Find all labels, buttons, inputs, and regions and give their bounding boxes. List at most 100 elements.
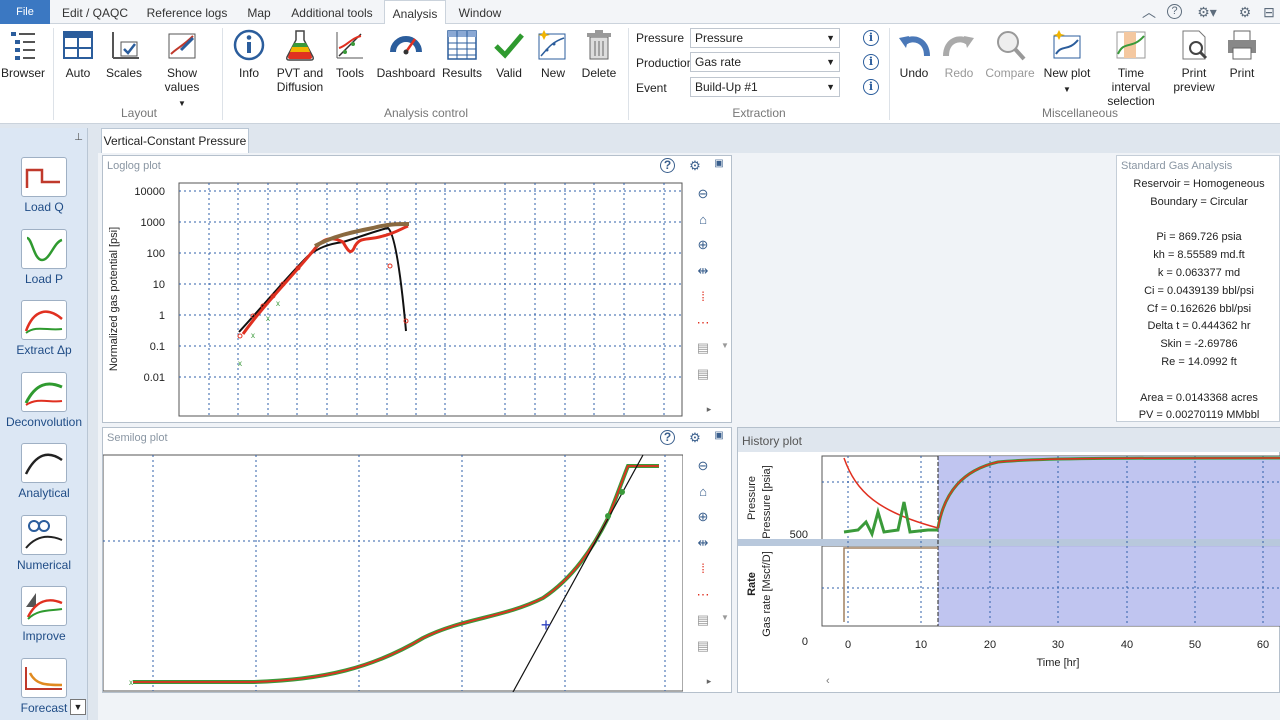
event-info-icon[interactable]: i [863,79,879,95]
scroll-left-icon[interactable]: ‹ [826,675,830,687]
zoom-in-icon[interactable]: ⊕ [693,509,713,525]
pin-icon[interactable]: ⊥ [74,132,83,143]
dashboard-button[interactable]: Dashboard [374,28,438,80]
improve-icon [21,586,67,626]
trash-icon [587,30,611,60]
maximize-panel-icon[interactable]: ▣ [709,430,729,441]
maximize-panel-icon[interactable]: ▣ [709,158,729,169]
collapse-ribbon-icon[interactable]: ︿ [1140,3,1158,21]
extract-dp-label: Extract Δp [16,343,72,357]
group-layout: Layout [120,106,158,120]
tab-window[interactable]: Window [450,0,510,24]
deconvolution-button[interactable]: Deconvolution [0,372,88,429]
production-info-icon[interactable]: i [863,54,879,70]
compare-button[interactable]: Compare [984,28,1036,80]
time-interval-selection-button[interactable]: Time interval selection [1098,28,1164,108]
home-view-icon[interactable]: ⌂ [693,484,713,499]
x-tick-label: 60 [1257,639,1269,651]
user-settings-icon[interactable]: ⚙▾ [1192,3,1222,21]
tab-analysis[interactable]: Analysis [384,0,446,25]
zoom-out-icon[interactable]: ⊖ [693,186,713,202]
scales-label: Scales [105,66,143,80]
numerical-icon [21,515,67,555]
redo-button[interactable]: Redo [940,28,978,80]
production-select[interactable]: Gas rate ▼ [690,52,840,72]
scroll-right-icon[interactable]: ▸ [699,676,719,687]
tab-edit-qaqc[interactable]: Edit / QAQC [52,0,138,24]
window-restore-icon[interactable]: ⊟ [1260,3,1278,21]
x-tick-label: 0 [845,639,851,651]
delete-button[interactable]: Delete [578,28,620,80]
scales-button[interactable]: Scales [103,28,145,80]
table-tool-icon[interactable]: ▤ [693,612,713,628]
tools-button[interactable]: Tools [332,28,368,80]
x-tick-label: 1E+7 [552,421,578,422]
analytical-button[interactable]: Analytical [0,443,88,500]
browser-button[interactable]: Browser [0,28,46,80]
horizontal-line-tool-icon[interactable]: ⋯ [693,315,713,331]
tools-label: Tools [335,66,364,80]
auto-label: Auto [65,66,91,80]
loglog-plot-panel: Loglog plot ? ⚙ ▣ ⊖ ⌂ ⊕ ⇹ ⁞ ⋯ ▤ ▤ ▼ ▸ 10… [102,155,732,423]
results-button[interactable]: Results [441,28,483,80]
semilog-chart[interactable]: +x [103,428,683,692]
valid-button[interactable]: Valid [490,28,528,80]
plot-separator [738,539,1280,546]
pan-icon[interactable]: ⇹ [693,263,713,279]
numerical-button[interactable]: Numerical [0,515,88,572]
pressure-plot-label: Pressure [746,476,758,520]
zoom-out-icon[interactable]: ⊖ [693,458,713,474]
home-view-icon[interactable]: ⌂ [693,212,713,227]
new-plot-label: New plot [1043,66,1091,80]
history-chart[interactable]: 0 10 20 30 40 50 60 Pressure Pressure [psia] 500 R… [738,452,1280,692]
standard-gas-analysis-panel: Standard Gas Analysis Reservoir = Homoge… [1116,155,1280,422]
scroll-right-icon[interactable]: ▸ [699,404,719,415]
tab-additional-tools[interactable]: Additional tools [284,0,380,24]
undo-button[interactable]: Undo [895,28,933,80]
show-values-button[interactable]: Show values ▼ [148,28,216,111]
pressure-select[interactable]: Pressure ▼ [690,28,840,48]
chevron-down-icon[interactable]: ▼ [715,341,735,350]
load-q-button[interactable]: Load Q [0,157,88,214]
print-button[interactable]: Print [1222,28,1262,80]
pan-icon[interactable]: ⇹ [693,535,713,551]
loglog-chart[interactable]: 10000 1000 100 10 1 0.1 0.01 1E-5 1E-4 1E-3 0.01 0.… [103,156,683,422]
production-label: Production [636,56,694,70]
results-table-icon [447,30,477,60]
export-tool-icon[interactable]: ▤ [693,638,713,654]
new-plot-button[interactable]: New plot ▼ [1042,28,1092,97]
palette-scroll-down-button[interactable]: ▼ [70,699,86,715]
pvt-diffusion-button[interactable]: PVT and Diffusion [272,28,328,94]
tab-reference-logs[interactable]: Reference logs [140,0,234,24]
vertical-line-tool-icon[interactable]: ⁞ [693,561,713,576]
export-tool-icon[interactable]: ▤ [693,366,713,382]
tab-map[interactable]: Map [236,0,282,24]
horizontal-line-tool-icon[interactable]: ⋯ [693,587,713,603]
plot-settings-icon[interactable]: ⚙ [685,430,705,446]
options-icon[interactable]: ⚙ [1236,3,1254,21]
extract-dp-button[interactable]: Extract Δp [0,300,88,357]
pressure-info-icon[interactable]: i [863,30,879,46]
event-select[interactable]: Build-Up #1 ▼ [690,77,840,97]
table-tool-icon[interactable]: ▤ [693,340,713,356]
load-p-button[interactable]: Load P [0,229,88,286]
print-preview-button[interactable]: Print preview [1170,28,1218,94]
vertical-line-tool-icon[interactable]: ⁞ [693,289,713,304]
ribbon: Browser Auto Scales Show values ▼ Layout… [0,24,1280,124]
forecast-icon [21,658,67,698]
new-button[interactable]: New [534,28,572,80]
zoom-in-icon[interactable]: ⊕ [693,237,713,253]
info-button[interactable]: Info [229,28,269,80]
dashboard-label: Dashboard [376,66,436,80]
results-label: Results [441,66,482,80]
improve-button[interactable]: Improve [0,586,88,643]
chevron-down-icon[interactable]: ▼ [715,613,735,622]
doc-tab-vertical-constant-pressure[interactable]: Vertical-Constant Pressure [101,128,249,153]
plot-settings-icon[interactable]: ⚙ [685,158,705,174]
x-tick-label: 1E+6 [522,421,548,422]
group-miscellaneous: Miscellaneous [1041,106,1119,120]
auto-button[interactable]: Auto [58,28,98,80]
help-icon[interactable]: ? [1167,4,1182,19]
improve-label: Improve [22,629,66,643]
file-menu[interactable]: File [0,0,50,24]
